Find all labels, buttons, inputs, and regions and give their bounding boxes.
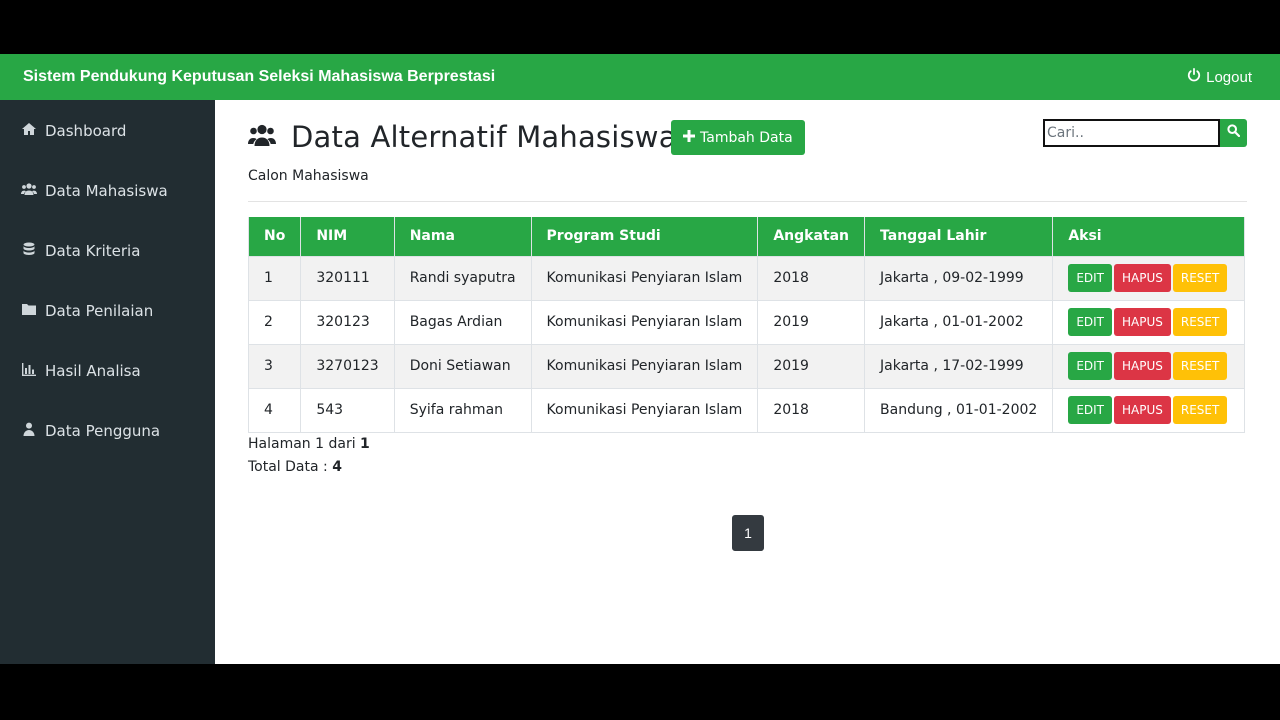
folder-icon <box>21 302 37 320</box>
action-cell: EDIT HAPUS RESET <box>1052 255 1246 301</box>
search-input[interactable] <box>1043 119 1220 147</box>
table-cell: Jakarta , 01-01-2002 <box>864 299 1054 345</box>
table-cell: Bagas Ardian <box>393 299 532 345</box>
users-icon <box>248 123 276 152</box>
table-cell: 2019 <box>757 343 866 389</box>
table-cell: 1 <box>247 255 302 301</box>
main-content: Data Alternatif Mahasiswa Tambah Data Ca… <box>215 100 1280 664</box>
top-navbar: Sistem Pendukung Keputusan Seleksi Mahas… <box>0 54 1280 100</box>
table-cell: 2018 <box>757 255 866 301</box>
sidebar: Dashboard Data Mahasiswa Data Kriteria D… <box>0 100 215 664</box>
table-cell: Komunikasi Penyiaran Islam <box>530 343 759 389</box>
add-data-button[interactable]: Tambah Data <box>671 120 805 155</box>
column-header: Tanggal Lahir <box>864 217 1054 257</box>
table-cell: 4 <box>247 387 302 433</box>
sidebar-item-label: Data Mahasiswa <box>45 182 168 200</box>
table-cell: 3 <box>247 343 302 389</box>
table-row: 1 320111 Randi syaputra Komunikasi Penyi… <box>247 255 1246 301</box>
sidebar-item-data-mahasiswa[interactable]: Data Mahasiswa <box>21 182 168 200</box>
page-title: Data Alternatif Mahasiswa <box>291 120 677 154</box>
total-info-text: Total Data : <box>248 459 328 475</box>
table-cell: Bandung , 01-01-2002 <box>864 387 1054 433</box>
reset-button[interactable]: RESET <box>1172 308 1228 336</box>
table-cell: Komunikasi Penyiaran Islam <box>530 299 759 345</box>
table-header-row: No NIM Nama Program Studi Angkatan Tangg… <box>247 217 1246 257</box>
column-header: Program Studi <box>530 217 759 257</box>
sidebar-item-label: Data Pengguna <box>45 422 161 440</box>
action-cell: EDIT HAPUS RESET <box>1052 299 1246 345</box>
logout-link[interactable]: Logout <box>1187 68 1252 86</box>
page-subtitle: Calon Mahasiswa <box>248 168 369 184</box>
home-icon <box>21 122 37 140</box>
divider <box>248 201 1247 202</box>
action-cell: EDIT HAPUS RESET <box>1052 343 1246 389</box>
user-icon <box>21 422 37 440</box>
sidebar-item-data-kriteria[interactable]: Data Kriteria <box>21 242 140 260</box>
table-cell: 2 <box>247 299 302 345</box>
logout-label: Logout <box>1206 68 1252 86</box>
sidebar-item-data-penilaian[interactable]: Data Penilaian <box>21 302 153 320</box>
sidebar-item-dashboard[interactable]: Dashboard <box>21 122 126 140</box>
add-data-label: Tambah Data <box>700 129 793 146</box>
column-header: No <box>247 217 302 257</box>
table-row: 2 320123 Bagas Ardian Komunikasi Penyiar… <box>247 299 1246 345</box>
table-cell: Jakarta , 17-02-1999 <box>864 343 1054 389</box>
table-cell: 543 <box>300 387 395 433</box>
table-cell: Randi syaputra <box>393 255 532 301</box>
plus-icon <box>683 129 695 146</box>
table-cell: Syifa rahman <box>393 387 532 433</box>
table-cell: 2018 <box>757 387 866 433</box>
table-cell: Doni Setiawan <box>393 343 532 389</box>
sidebar-item-label: Data Penilaian <box>45 302 154 320</box>
table-cell: Komunikasi Penyiaran Islam <box>530 387 759 433</box>
delete-button[interactable]: HAPUS <box>1114 308 1171 336</box>
search-icon <box>1227 124 1241 142</box>
table-cell: 320123 <box>300 299 395 345</box>
search-button[interactable] <box>1220 119 1247 147</box>
action-cell: EDIT HAPUS RESET <box>1052 387 1246 433</box>
delete-button[interactable]: HAPUS <box>1114 396 1171 424</box>
total-info: Total Data : 4 <box>248 459 342 475</box>
total-pages: 1 <box>360 436 370 452</box>
app-window: Sistem Pendukung Keputusan Seleksi Mahas… <box>0 54 1280 664</box>
delete-button[interactable]: HAPUS <box>1114 352 1171 380</box>
edit-button[interactable]: EDIT <box>1068 264 1113 292</box>
edit-button[interactable]: EDIT <box>1068 396 1113 424</box>
page-info: Halaman 1 dari 1 <box>248 436 370 452</box>
users-icon <box>21 182 37 200</box>
total-count: 4 <box>332 459 342 475</box>
reset-button[interactable]: RESET <box>1172 264 1228 292</box>
column-header: Angkatan <box>757 217 866 257</box>
reset-button[interactable]: RESET <box>1172 352 1228 380</box>
app-title[interactable]: Sistem Pendukung Keputusan Seleksi Mahas… <box>23 68 495 86</box>
power-icon <box>1187 68 1201 86</box>
column-header: Aksi <box>1052 217 1246 257</box>
delete-button[interactable]: HAPUS <box>1114 264 1171 292</box>
column-header: NIM <box>300 217 395 257</box>
data-table: No NIM Nama Program Studi Angkatan Tangg… <box>247 217 1246 433</box>
sidebar-item-label: Dashboard <box>45 122 127 140</box>
database-icon <box>21 242 37 260</box>
table-row: 3 3270123 Doni Setiawan Komunikasi Penyi… <box>247 343 1246 389</box>
page-header: Data Alternatif Mahasiswa <box>248 120 677 154</box>
page-button-1[interactable]: 1 <box>732 515 764 551</box>
sidebar-item-hasil-analisa[interactable]: Hasil Analisa <box>21 362 141 380</box>
sidebar-item-data-pengguna[interactable]: Data Pengguna <box>21 422 160 440</box>
table-cell: Komunikasi Penyiaran Islam <box>530 255 759 301</box>
table-cell: 320111 <box>300 255 395 301</box>
table-cell: Jakarta , 09-02-1999 <box>864 255 1054 301</box>
table-cell: 3270123 <box>300 343 395 389</box>
table-row: 4 543 Syifa rahman Komunikasi Penyiaran … <box>247 387 1246 433</box>
edit-button[interactable]: EDIT <box>1068 352 1113 380</box>
reset-button[interactable]: RESET <box>1172 396 1228 424</box>
edit-button[interactable]: EDIT <box>1068 308 1113 336</box>
sidebar-item-label: Data Kriteria <box>45 242 141 260</box>
table-cell: 2019 <box>757 299 866 345</box>
column-header: Nama <box>393 217 532 257</box>
bar-chart-icon <box>21 362 37 380</box>
page-info-text: Halaman 1 dari <box>248 436 356 452</box>
sidebar-item-label: Hasil Analisa <box>45 362 141 380</box>
